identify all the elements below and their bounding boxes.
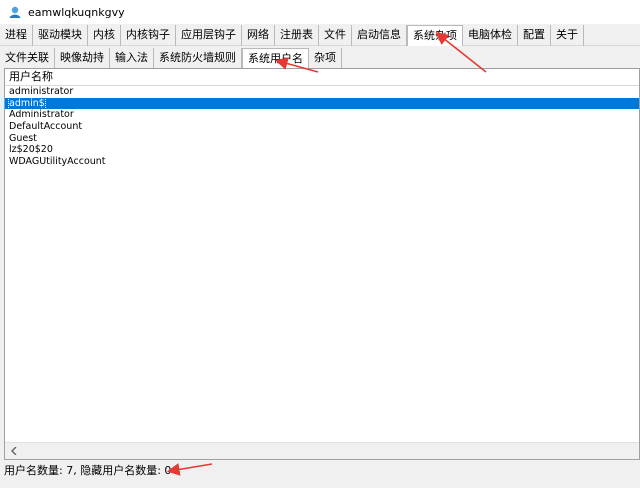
subtab-input-method[interactable]: 输入法: [110, 48, 154, 68]
tab-driver-modules[interactable]: 驱动模块: [33, 25, 88, 46]
column-header-username[interactable]: 用户名称: [5, 69, 639, 86]
horizontal-scrollbar[interactable]: [5, 442, 639, 459]
list-item-text: admin$: [8, 96, 46, 110]
tab-registry[interactable]: 注册表: [275, 25, 319, 46]
list-item-text: WDAGUtilityAccount: [9, 156, 106, 168]
chevron-left-icon: [10, 447, 16, 455]
subtab-firewall-rules[interactable]: 系统防火墙规则: [154, 48, 242, 68]
tab-system-misc[interactable]: 系统杂项: [407, 25, 463, 46]
tab-network[interactable]: 网络: [242, 25, 275, 46]
list-item[interactable]: Administrator: [5, 109, 639, 121]
list-item-text: Administrator: [9, 109, 74, 121]
title-bar: eamwlqkuqnkgvy: [0, 0, 640, 24]
subtab-misc[interactable]: 杂项: [309, 48, 342, 68]
list-item-text: DefaultAccount: [9, 121, 83, 133]
subtab-system-usernames[interactable]: 系统用户名: [242, 48, 309, 68]
app-icon: [9, 6, 21, 18]
status-bar: 用户名数量: 7, 隐藏用户名数量: 0: [0, 461, 640, 488]
main-tab-strip: 进程 驱动模块 内核 内核钩子 应用层钩子 网络 注册表 文件 启动信息 系统杂…: [0, 25, 640, 46]
scroll-left-button[interactable]: [5, 443, 22, 459]
tab-kernel-hooks[interactable]: 内核钩子: [121, 25, 176, 46]
tab-startup-info[interactable]: 启动信息: [352, 25, 407, 46]
tab-app-hooks[interactable]: 应用层钩子: [176, 25, 242, 46]
list-item[interactable]: Guest: [5, 133, 639, 145]
subtab-image-hijack[interactable]: 映像劫持: [55, 48, 110, 68]
tab-processes[interactable]: 进程: [0, 25, 33, 46]
tab-config[interactable]: 配置: [518, 25, 551, 46]
tab-kernel[interactable]: 内核: [88, 25, 121, 46]
list-item[interactable]: WDAGUtilityAccount: [5, 156, 639, 168]
list-item-text: Guest: [9, 132, 37, 144]
subtab-file-association[interactable]: 文件关联: [0, 48, 55, 68]
list-item-selected[interactable]: admin$: [5, 96, 639, 110]
tab-files[interactable]: 文件: [319, 25, 352, 46]
tab-pc-checkup[interactable]: 电脑体检: [463, 25, 518, 46]
sub-tab-strip: 文件关联 映像劫持 输入法 系统防火墙规则 系统用户名 杂项: [0, 48, 640, 68]
list-item[interactable]: administrator: [5, 86, 639, 98]
list-item[interactable]: lz$20$20: [5, 144, 639, 156]
list-item-text: lz$20$20: [9, 144, 53, 156]
username-list[interactable]: 用户名称 administrator admin$ Administrator …: [4, 68, 640, 460]
list-rows: administrator admin$ Administrator Defau…: [5, 86, 639, 168]
window-title: eamwlqkuqnkgvy: [28, 5, 125, 19]
list-item[interactable]: DefaultAccount: [5, 121, 639, 133]
list-item-text: administrator: [9, 86, 74, 97]
tab-about[interactable]: 关于: [551, 25, 584, 46]
